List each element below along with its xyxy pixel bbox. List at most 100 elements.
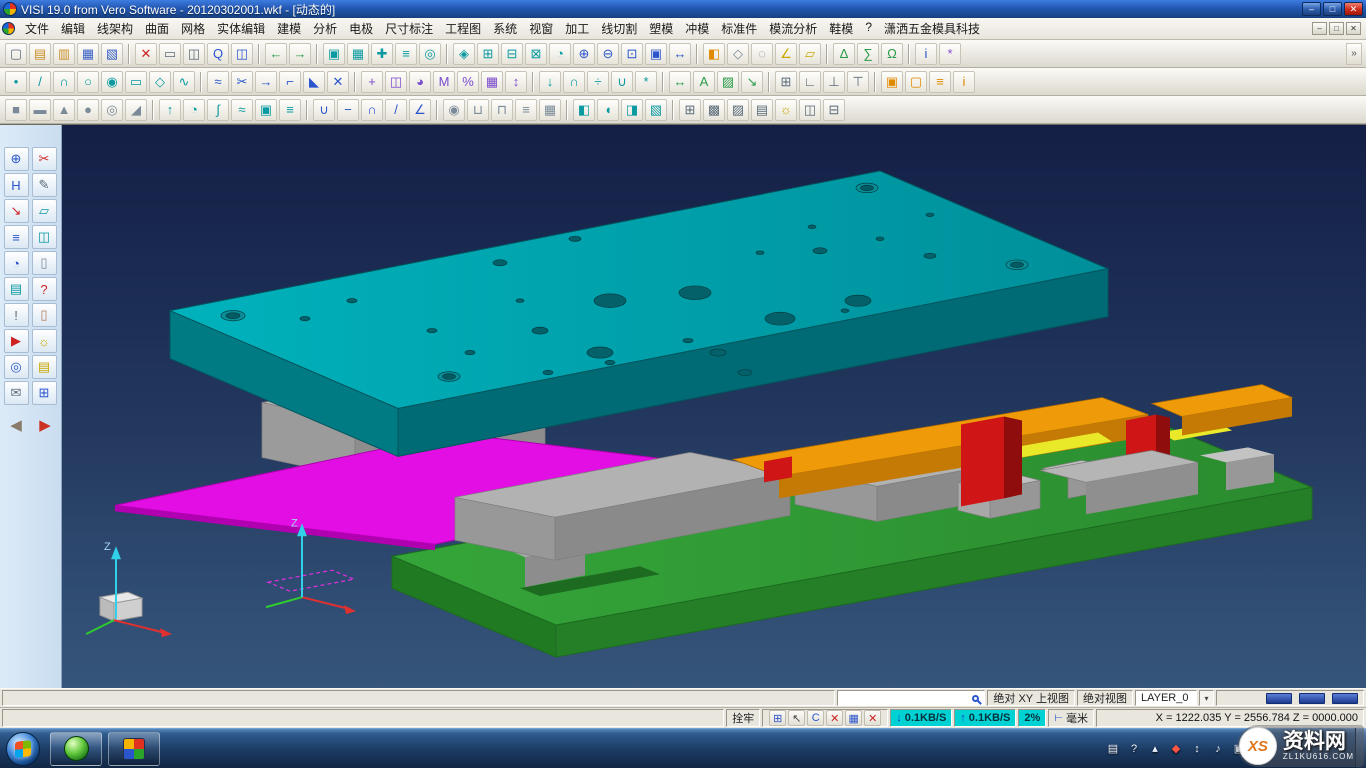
jump-tool-icon[interactable]: ↘ (4, 199, 29, 223)
pan-icon[interactable]: ↔ (669, 43, 691, 65)
doc-close-button[interactable]: ✕ (1346, 22, 1361, 35)
workplane-icon[interactable]: ▱ (799, 43, 821, 65)
zoom-in-tool-icon[interactable]: ⊕ (4, 147, 29, 171)
line-icon[interactable]: / (29, 71, 51, 93)
doc-restore-button[interactable]: □ (1329, 22, 1344, 35)
view-reference-button[interactable]: 绝对视图 (1077, 690, 1133, 706)
extend-icon[interactable]: → (255, 71, 277, 93)
query-tool-icon[interactable]: ? (32, 277, 57, 301)
menu-item[interactable]: ? (859, 19, 878, 38)
options-icon[interactable]: * (939, 43, 961, 65)
menu-item[interactable]: 鞋模 (823, 19, 859, 38)
polygon-icon[interactable]: ◇ (149, 71, 171, 93)
grid-small-status-icon[interactable]: ▦ (845, 710, 862, 726)
ellipse-icon[interactable]: ◉ (101, 71, 123, 93)
properties-icon[interactable]: i (953, 71, 975, 93)
box-solid-icon[interactable]: ■ (5, 99, 27, 121)
delete-icon[interactable]: ✕ (135, 43, 157, 65)
open-folder-icon[interactable]: ▤ (29, 43, 51, 65)
offset-icon[interactable]: ≈ (207, 71, 229, 93)
fillet-icon[interactable]: ⌐ (279, 71, 301, 93)
mass-properties-icon[interactable]: Ω (881, 43, 903, 65)
arc-icon[interactable]: ∩ (53, 71, 75, 93)
point-icon[interactable]: • (5, 71, 27, 93)
rib-icon[interactable]: ≡ (515, 99, 537, 121)
cut-tool-icon[interactable]: ✂ (32, 147, 57, 171)
boss-icon[interactable]: ⊓ (491, 99, 513, 121)
pin-tool-icon[interactable]: ! (4, 303, 29, 327)
info-icon[interactable]: i (915, 43, 937, 65)
chamfer-icon[interactable]: ◣ (303, 71, 325, 93)
menu-item[interactable]: 电极 (343, 19, 379, 38)
array-icon[interactable]: ▦ (481, 71, 503, 93)
join-icon[interactable]: ∪ (611, 71, 633, 93)
explode-icon[interactable]: * (635, 71, 657, 93)
mail-tool-icon[interactable]: ✉ (4, 381, 29, 405)
thicken-icon[interactable]: ≡ (279, 99, 301, 121)
workspace-chip-2[interactable] (1299, 693, 1325, 704)
refresh-tool-icon[interactable]: ◔ (4, 251, 29, 275)
boolean-subtract-icon[interactable]: − (337, 99, 359, 121)
view-right-icon[interactable]: ⊠ (525, 43, 547, 65)
shell-icon[interactable]: ▣ (255, 99, 277, 121)
back-arrow-icon[interactable]: ◀ (4, 413, 29, 437)
menu-item[interactable]: 实体编辑 (211, 19, 271, 38)
pattern-icon[interactable]: ▦ (539, 99, 561, 121)
print-icon[interactable]: ▭ (159, 43, 181, 65)
menu-item[interactable]: 模流分析 (763, 19, 823, 38)
tray-help-icon[interactable]: ? (1127, 743, 1141, 755)
tray-display-icon[interactable]: ▤ (1106, 742, 1120, 755)
menu-item[interactable]: 文件 (19, 19, 55, 38)
copy-icon[interactable]: ◫ (385, 71, 407, 93)
forbid-status-icon[interactable]: ✕ (864, 710, 881, 726)
lamp-tool-icon[interactable]: ☼ (32, 329, 57, 353)
visibility-icon[interactable]: ◎ (419, 43, 441, 65)
hidden-icons-arrow[interactable]: ▴ (1148, 742, 1162, 755)
tray-volume-icon[interactable]: ♪ (1211, 743, 1225, 755)
3d-viewport[interactable]: Z Z (62, 125, 1366, 688)
forward-arrow-icon[interactable]: ▶ (33, 413, 58, 437)
attributes-icon[interactable]: ≡ (929, 71, 951, 93)
menu-item[interactable]: 工程图 (439, 19, 487, 38)
menu-item[interactable]: 线架构 (91, 19, 139, 38)
lock-toggle[interactable]: 拴牢 (726, 709, 760, 727)
texture-icon[interactable]: ▤ (751, 99, 773, 121)
doc-minimize-button[interactable]: – (1312, 22, 1327, 35)
layer-spinner[interactable]: ▾ (1199, 690, 1214, 706)
taskbar-design-app-button[interactable] (108, 732, 160, 766)
selection-filter-icon[interactable]: ✚ (371, 43, 393, 65)
revolve-icon[interactable]: ◔ (183, 99, 205, 121)
start-button[interactable] (6, 732, 40, 766)
zoom-out-icon[interactable]: ⊖ (597, 43, 619, 65)
units-indicator[interactable]: ⊢ 毫米 (1048, 709, 1094, 727)
delete-face-icon[interactable]: ◨ (621, 99, 643, 121)
normal-icon[interactable]: ⊤ (847, 71, 869, 93)
stretch-icon[interactable]: ↕ (505, 71, 527, 93)
grid-tool-icon[interactable]: ⊞ (32, 381, 57, 405)
menu-item[interactable]: 建模 (271, 19, 307, 38)
menu-item[interactable]: 编辑 (55, 19, 91, 38)
draft-icon[interactable]: ∠ (409, 99, 431, 121)
trim-icon[interactable]: ✂ (231, 71, 253, 93)
taskbar-visi-button[interactable] (50, 732, 102, 766)
menu-item[interactable]: 标准件 (715, 19, 763, 38)
copy-tool-icon[interactable]: ◫ (32, 225, 57, 249)
dimension-icon[interactable]: ↔ (669, 71, 691, 93)
layer-dropdown[interactable]: LAYER_0 (1135, 690, 1197, 706)
target-tool-icon[interactable]: ◎ (4, 355, 29, 379)
ortho-icon[interactable]: ∟ (799, 71, 821, 93)
view-top-icon[interactable]: ⊞ (477, 43, 499, 65)
select-icon[interactable]: ▣ (323, 43, 345, 65)
scale-icon[interactable]: % (457, 71, 479, 93)
select-all-icon[interactable]: ▦ (347, 43, 369, 65)
material-icon[interactable]: ▨ (727, 99, 749, 121)
boolean-union-icon[interactable]: ∪ (313, 99, 335, 121)
divide-icon[interactable]: ÷ (587, 71, 609, 93)
maximize-button[interactable]: □ (1323, 2, 1342, 16)
sweep-icon[interactable]: ∫ (207, 99, 229, 121)
hole-icon[interactable]: ◉ (443, 99, 465, 121)
measure-icon[interactable]: ∆ (833, 43, 855, 65)
redo-icon[interactable]: → (289, 43, 311, 65)
pocket-icon[interactable]: ⊔ (467, 99, 489, 121)
section-view-icon[interactable]: ⊟ (823, 99, 845, 121)
